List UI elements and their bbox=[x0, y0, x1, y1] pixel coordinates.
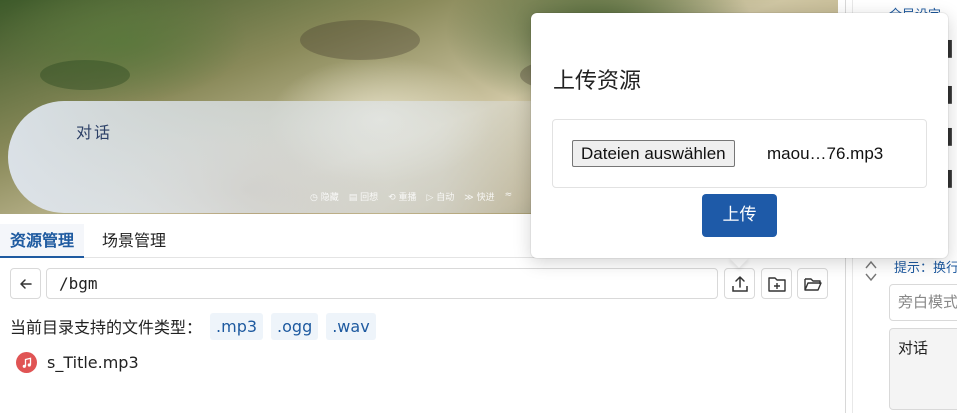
supported-types-row: 当前目录支持的文件类型： .mp3 .ogg .wav bbox=[10, 311, 376, 341]
supported-types-label: 当前目录支持的文件类型： bbox=[10, 318, 203, 337]
control-hide[interactable]: ◷ 隐藏 bbox=[310, 190, 339, 203]
file-name: s_Title.mp3 bbox=[47, 353, 139, 372]
upload-popover: 上传资源 Dateien auswählen maou…76.mp3 上传 bbox=[531, 13, 948, 258]
control-replay[interactable]: ⟲ 重播 bbox=[388, 190, 416, 203]
upload-button[interactable] bbox=[724, 268, 755, 299]
file-type-tag: .wav bbox=[326, 312, 376, 340]
open-folder-button[interactable] bbox=[797, 268, 828, 299]
dialog-speaker-name: 对话 bbox=[76, 123, 113, 142]
file-input-box: Dateien auswählen maou…76.mp3 bbox=[552, 119, 927, 188]
chosen-file-name: maou…76.mp3 bbox=[767, 144, 884, 163]
preview-controls: ◷ 隐藏 ▤ 回想 ⟲ 重播 ▷ 自动 ≫ 快进 ≈ bbox=[310, 190, 512, 203]
control-more[interactable]: ≈ bbox=[505, 190, 513, 203]
new-folder-button[interactable] bbox=[761, 268, 792, 299]
arrow-left-icon bbox=[19, 278, 32, 289]
file-list-item[interactable]: s_Title.mp3 bbox=[16, 352, 139, 373]
file-type-tag: .ogg bbox=[271, 312, 319, 340]
folder-plus-icon bbox=[767, 276, 786, 292]
narration-mode-select[interactable]: 旁白模式 bbox=[889, 284, 957, 321]
file-type-tag: .mp3 bbox=[210, 312, 264, 340]
control-backlog[interactable]: ▤ 回想 bbox=[349, 190, 378, 203]
control-skip[interactable]: ≫ 快进 bbox=[464, 190, 494, 203]
folder-open-icon bbox=[803, 277, 822, 291]
back-button[interactable] bbox=[10, 268, 41, 299]
dialog-text-area[interactable]: 对话 bbox=[889, 328, 957, 410]
upload-icon bbox=[731, 275, 748, 292]
sidebar-hint: 提示：换行 bbox=[894, 261, 957, 276]
sort-icon[interactable] bbox=[864, 260, 878, 282]
popover-title: 上传资源 bbox=[553, 69, 642, 94]
confirm-upload-button[interactable]: 上传 bbox=[702, 194, 777, 237]
path-input[interactable]: /bgm bbox=[46, 268, 718, 299]
choose-files-button[interactable]: Dateien auswählen bbox=[572, 140, 735, 167]
tab-scene-management[interactable]: 场景管理 bbox=[92, 224, 176, 258]
music-note-icon bbox=[16, 352, 37, 373]
tab-resource-management[interactable]: 资源管理 bbox=[0, 224, 85, 258]
control-auto[interactable]: ▷ 自动 bbox=[427, 190, 455, 203]
